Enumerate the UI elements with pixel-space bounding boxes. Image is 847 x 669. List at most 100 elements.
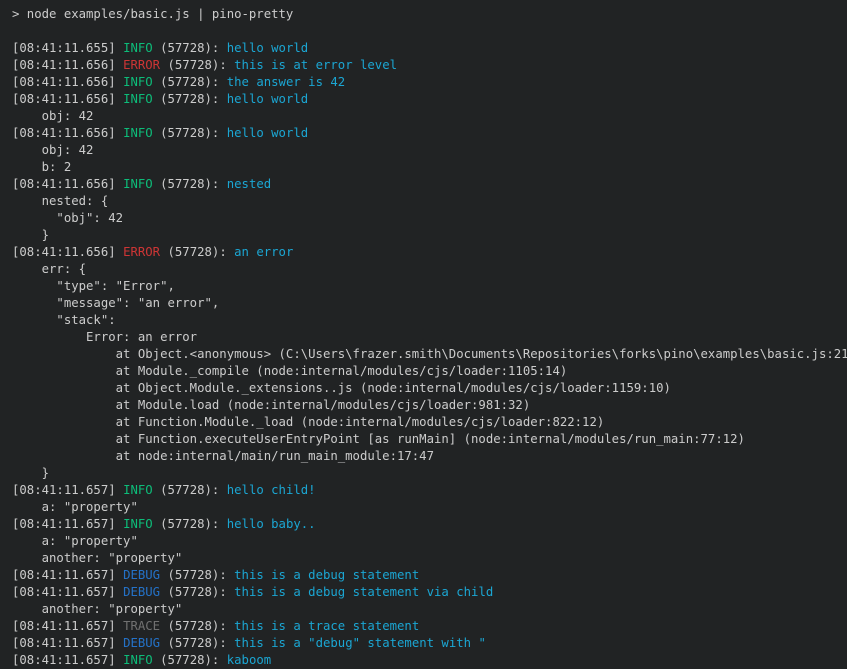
log-text: [08:41:11.656] bbox=[12, 58, 123, 72]
terminal-line: at node:internal/main/run_main_module:17… bbox=[12, 448, 847, 465]
terminal-line bbox=[12, 23, 847, 40]
log-message: nested bbox=[227, 177, 271, 191]
log-text: (57728): bbox=[153, 653, 227, 667]
log-level-debug: DEBUG bbox=[123, 568, 160, 582]
log-text: at Function.Module._load (node:internal/… bbox=[12, 415, 604, 429]
terminal-line: [08:41:11.656] ERROR (57728): an error bbox=[12, 244, 847, 261]
log-message: hello world bbox=[227, 41, 308, 55]
log-level-info: INFO bbox=[123, 177, 153, 191]
log-text: (57728): bbox=[160, 619, 234, 633]
log-text: (57728): bbox=[153, 177, 227, 191]
terminal-line: } bbox=[12, 227, 847, 244]
log-level-debug: DEBUG bbox=[123, 636, 160, 650]
terminal-line: "stack": bbox=[12, 312, 847, 329]
log-message: hello world bbox=[227, 126, 308, 140]
log-text: another: "property" bbox=[12, 551, 182, 565]
log-text: (57728): bbox=[160, 58, 234, 72]
log-level-info: INFO bbox=[123, 92, 153, 106]
terminal-line: another: "property" bbox=[12, 550, 847, 567]
terminal-line: [08:41:11.656] INFO (57728): the answer … bbox=[12, 74, 847, 91]
log-message: an error bbox=[234, 245, 293, 259]
log-message: this is a debug statement via child bbox=[234, 585, 493, 599]
terminal-line: [08:41:11.656] INFO (57728): hello world bbox=[12, 91, 847, 108]
terminal-line: [08:41:11.655] INFO (57728): hello world bbox=[12, 40, 847, 57]
log-text: err: { bbox=[12, 262, 86, 276]
log-text: (57728): bbox=[160, 636, 234, 650]
log-text: (57728): bbox=[153, 41, 227, 55]
log-text: a: "property" bbox=[12, 534, 138, 548]
log-text: (57728): bbox=[153, 483, 227, 497]
log-level-info: INFO bbox=[123, 75, 153, 89]
log-level-info: INFO bbox=[123, 483, 153, 497]
log-text: a: "property" bbox=[12, 500, 138, 514]
log-text: "stack": bbox=[12, 313, 116, 327]
log-text: at Object.<anonymous> (C:\Users\frazer.s… bbox=[12, 347, 847, 361]
log-text: (57728): bbox=[153, 75, 227, 89]
log-text: [08:41:11.657] bbox=[12, 653, 123, 667]
log-text: (57728): bbox=[153, 517, 227, 531]
terminal-line: } bbox=[12, 465, 847, 482]
terminal-line: [08:41:11.657] INFO (57728): hello child… bbox=[12, 482, 847, 499]
terminal-line: [08:41:11.656] INFO (57728): nested bbox=[12, 176, 847, 193]
log-level-error: ERROR bbox=[123, 58, 160, 72]
log-text: [08:41:11.655] bbox=[12, 41, 123, 55]
log-text: [08:41:11.656] bbox=[12, 177, 123, 191]
terminal-line: [08:41:11.657] DEBUG (57728): this is a … bbox=[12, 584, 847, 601]
terminal-line: another: "property" bbox=[12, 601, 847, 618]
log-text: [08:41:11.657] bbox=[12, 483, 123, 497]
log-level-info: INFO bbox=[123, 41, 153, 55]
terminal-line: "message": "an error", bbox=[12, 295, 847, 312]
log-text: [08:41:11.656] bbox=[12, 126, 123, 140]
log-text: (57728): bbox=[160, 585, 234, 599]
log-text: (57728): bbox=[160, 568, 234, 582]
log-text: at Function.executeUserEntryPoint [as ru… bbox=[12, 432, 745, 446]
log-text: another: "property" bbox=[12, 602, 182, 616]
log-message: this is at error level bbox=[234, 58, 397, 72]
log-text: [08:41:11.657] bbox=[12, 636, 123, 650]
log-text: [08:41:11.657] bbox=[12, 568, 123, 582]
log-text: "message": "an error", bbox=[12, 296, 219, 310]
terminal-line: [08:41:11.657] DEBUG (57728): this is a … bbox=[12, 567, 847, 584]
log-text: nested: { bbox=[12, 194, 108, 208]
log-text: [08:41:11.657] bbox=[12, 585, 123, 599]
log-message: this is a debug statement bbox=[234, 568, 419, 582]
log-message: kaboom bbox=[227, 653, 271, 667]
terminal-line: "obj": 42 bbox=[12, 210, 847, 227]
log-text: "type": "Error", bbox=[12, 279, 175, 293]
log-level-error: ERROR bbox=[123, 245, 160, 259]
log-level-info: INFO bbox=[123, 126, 153, 140]
log-text: [08:41:11.657] bbox=[12, 517, 123, 531]
log-text: [08:41:11.656] bbox=[12, 245, 123, 259]
terminal-line: nested: { bbox=[12, 193, 847, 210]
terminal-output[interactable]: > node examples/basic.js | pino-pretty[0… bbox=[0, 0, 847, 669]
log-level-trace: TRACE bbox=[123, 619, 160, 633]
log-text: } bbox=[12, 466, 49, 480]
terminal-line: obj: 42 bbox=[12, 108, 847, 125]
log-text: (57728): bbox=[153, 126, 227, 140]
log-text: at Object.Module._extensions..js (node:i… bbox=[12, 381, 671, 395]
log-message: this is a "debug" statement with " bbox=[234, 636, 486, 650]
log-level-debug: DEBUG bbox=[123, 585, 160, 599]
terminal-line: [08:41:11.657] INFO (57728): hello baby.… bbox=[12, 516, 847, 533]
log-text: obj: 42 bbox=[12, 143, 93, 157]
terminal-line: a: "property" bbox=[12, 533, 847, 550]
terminal-line: Error: an error bbox=[12, 329, 847, 346]
log-text: at Module.load (node:internal/modules/cj… bbox=[12, 398, 530, 412]
terminal-line: at Object.Module._extensions..js (node:i… bbox=[12, 380, 847, 397]
log-message: hello child! bbox=[227, 483, 316, 497]
log-text: "obj": 42 bbox=[12, 211, 123, 225]
terminal-line: [08:41:11.657] INFO (57728): kaboom bbox=[12, 652, 847, 669]
terminal-line: at Module.load (node:internal/modules/cj… bbox=[12, 397, 847, 414]
terminal-line: [08:41:11.657] TRACE (57728): this is a … bbox=[12, 618, 847, 635]
terminal-line: at Function.executeUserEntryPoint [as ru… bbox=[12, 431, 847, 448]
terminal-line: [08:41:11.656] INFO (57728): hello world bbox=[12, 125, 847, 142]
log-text: [08:41:11.656] bbox=[12, 92, 123, 106]
log-level-info: INFO bbox=[123, 653, 153, 667]
terminal-line: at Function.Module._load (node:internal/… bbox=[12, 414, 847, 431]
terminal-line: at Object.<anonymous> (C:\Users\frazer.s… bbox=[12, 346, 847, 363]
log-text: (57728): bbox=[153, 92, 227, 106]
log-text: [08:41:11.656] bbox=[12, 75, 123, 89]
log-text: obj: 42 bbox=[12, 109, 93, 123]
log-text: } bbox=[12, 228, 49, 242]
log-message: hello world bbox=[227, 92, 308, 106]
